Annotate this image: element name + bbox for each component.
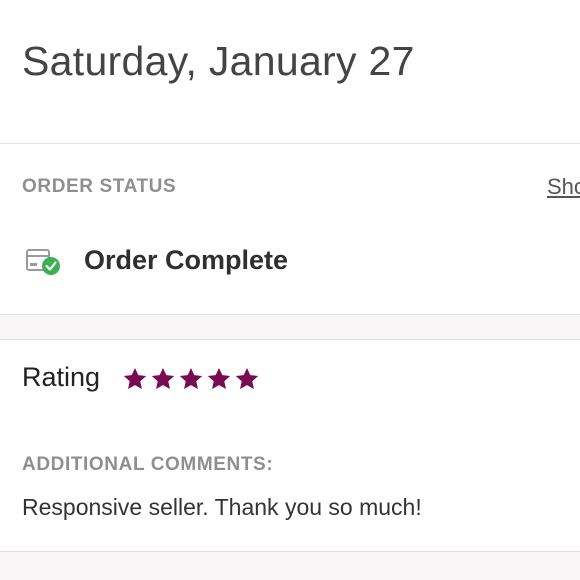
section-separator [0, 314, 580, 340]
order-date-heading: Saturday, January 27 [22, 38, 415, 84]
section-separator-bottom [0, 551, 580, 580]
star-icon [207, 367, 231, 389]
additional-comments-label: ADDITIONAL COMMENTS: [22, 454, 274, 475]
star-icon [235, 367, 259, 389]
divider [0, 143, 580, 144]
rating-label: Rating [22, 362, 101, 392]
star-icon [179, 367, 203, 389]
package-check-icon [24, 244, 66, 278]
order-status-value: Order Complete [84, 245, 289, 275]
comment-text: Responsive seller. Thank you so much! [22, 494, 422, 520]
show-details-link[interactable]: Sho [547, 174, 580, 200]
star-icon [151, 367, 175, 389]
star-icon [123, 367, 147, 389]
order-status-label: ORDER STATUS [22, 176, 177, 197]
rating-stars [122, 366, 260, 392]
order-details-page: Saturday, January 27 ORDER STATUS Sho Or… [0, 0, 580, 580]
